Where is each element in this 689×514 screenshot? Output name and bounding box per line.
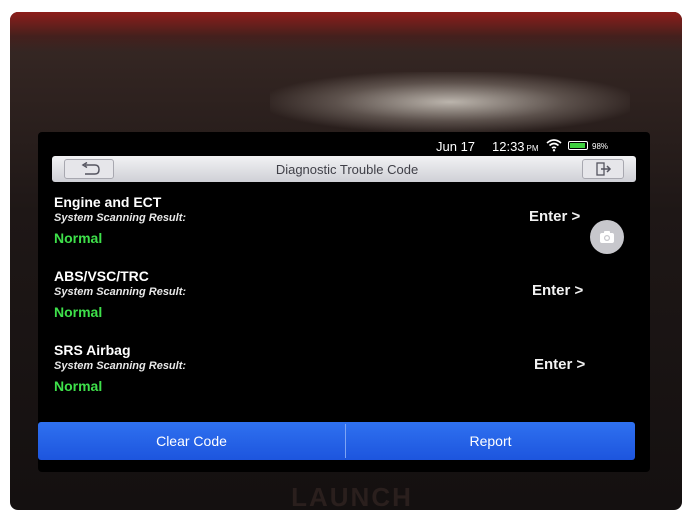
report-button[interactable]: Report xyxy=(346,422,635,460)
system-name: ABS/VSC/TRC xyxy=(54,268,149,284)
device-screen: Jun 17 12:33 PM 98% Diagnostic Trouble C… xyxy=(38,132,650,472)
exit-button[interactable] xyxy=(582,159,624,179)
system-result: Normal xyxy=(54,304,103,320)
clear-code-button[interactable]: Clear Code xyxy=(38,422,345,460)
back-arrow-icon xyxy=(81,162,100,175)
exit-icon xyxy=(596,162,612,176)
camera-button[interactable] xyxy=(590,220,624,254)
enter-button-srs[interactable]: Enter > xyxy=(534,356,585,373)
device-red-edge xyxy=(10,12,682,52)
title-bar: Diagnostic Trouble Code xyxy=(52,156,636,182)
battery-percent: 98% xyxy=(592,142,609,151)
system-name: SRS Airbag xyxy=(54,342,131,358)
enter-button-engine[interactable]: Enter > xyxy=(529,208,580,225)
device-brand-logo: LAUNCH xyxy=(291,482,413,510)
system-result: Normal xyxy=(54,378,103,394)
page-title: Diagnostic Trouble Code xyxy=(275,162,419,177)
battery-icon xyxy=(568,141,588,150)
wifi-icon xyxy=(546,138,562,152)
back-button[interactable] xyxy=(64,159,114,179)
status-ampm: PM xyxy=(526,144,539,153)
status-time: 12:33 PM xyxy=(492,139,539,154)
camera-icon xyxy=(600,231,614,243)
system-scan-label: System Scanning Result: xyxy=(54,286,187,298)
system-row-engine: Engine and ECT System Scanning Result: N… xyxy=(54,194,614,246)
status-time-value: 12:33 xyxy=(492,139,525,154)
system-row-abs: ABS/VSC/TRC System Scanning Result: Norm… xyxy=(54,268,614,320)
bottom-action-bar: Clear Code Report xyxy=(38,422,635,460)
system-scan-label: System Scanning Result: xyxy=(54,360,187,372)
photo-background: Jun 17 12:33 PM 98% Diagnostic Trouble C… xyxy=(0,0,689,514)
system-result: Normal xyxy=(54,230,103,246)
system-row-srs: SRS Airbag System Scanning Result: Norma… xyxy=(54,342,614,394)
enter-button-abs[interactable]: Enter > xyxy=(532,282,583,299)
scan-tool-device: Jun 17 12:33 PM 98% Diagnostic Trouble C… xyxy=(10,12,682,510)
screen-glare xyxy=(270,72,630,132)
status-bar: Jun 17 12:33 PM 98% xyxy=(38,132,650,156)
status-date: Jun 17 xyxy=(436,139,476,154)
